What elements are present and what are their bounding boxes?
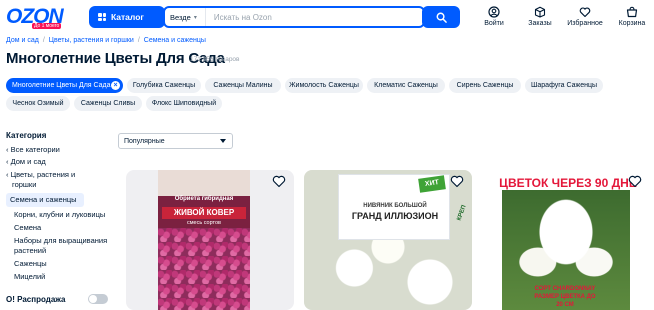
- pack-top: [158, 170, 250, 196]
- search-input[interactable]: [205, 12, 423, 22]
- favorite-heart-icon[interactable]: [628, 174, 642, 188]
- chevron-down-icon: ▾: [193, 14, 197, 21]
- hit-badge: ХИТ: [418, 175, 446, 193]
- chip[interactable]: Саженцы Сливы: [74, 96, 142, 111]
- orders-button[interactable]: Заказы: [520, 6, 560, 27]
- sale-filter-label: О! Распродажа: [6, 295, 66, 304]
- pack-line2: ЖИВОЙ КОВЕР: [162, 207, 246, 219]
- sidebar-item-label[interactable]: горшки: [12, 180, 36, 190]
- chip[interactable]: Саженцы Малины: [205, 78, 281, 93]
- sidebar-item-home-garden[interactable]: ‹ Дом и сад: [6, 157, 46, 167]
- cart-button[interactable]: Корзина: [612, 6, 652, 27]
- close-icon[interactable]: ×: [111, 81, 120, 90]
- search-scope-label: Везде: [170, 12, 191, 22]
- catalog-label: Каталог: [111, 12, 144, 22]
- sidebar-subitem[interactable]: Корни, клубни и луковицы: [14, 210, 105, 220]
- chip[interactable]: Сирень Саженцы: [449, 78, 521, 93]
- sidebar-item-flowers[interactable]: ‹ Цветы, растения и: [6, 170, 75, 180]
- box-icon: [534, 6, 546, 18]
- sort-select[interactable]: Популярные: [118, 133, 233, 149]
- user-icon: [488, 6, 500, 18]
- product-caption: 20 СМ: [556, 302, 574, 308]
- favorite-heart-icon[interactable]: [450, 174, 464, 188]
- pack-line1: Обриета гибридная: [174, 196, 234, 202]
- sidebar-item-label: Все категории: [10, 145, 60, 154]
- search-icon: [436, 12, 447, 23]
- chip-active[interactable]: Многолетние Цветы Для Сада ×: [6, 78, 123, 93]
- search-bar: Везде ▾: [163, 6, 425, 28]
- product-overlay-title: ЦВЕТОК ЧЕРЕЗ 90 ДНЕ: [499, 176, 637, 190]
- cart-icon: [626, 6, 638, 18]
- chip[interactable]: Шарафуга Саженцы: [525, 78, 603, 93]
- sidebar-subitem[interactable]: Наборы для выращивания: [14, 236, 107, 246]
- product-caption: СОРТ CHARDONNAY: [534, 286, 596, 292]
- favorites-label: Избранное: [567, 20, 603, 27]
- chip[interactable]: Флокс Шиповидный: [146, 96, 222, 111]
- product-card[interactable]: НИВЯНИК БОЛЬШОЙ ГРАНД ИЛЛЮЗИОН ХИТ КРЕП: [304, 170, 472, 310]
- sidebar-item-all-categories[interactable]: ‹ Все категории: [6, 145, 60, 155]
- login-button[interactable]: Войти: [474, 6, 514, 27]
- lily-photo: [502, 190, 630, 310]
- chip[interactable]: Жимолость Саженцы: [285, 78, 363, 93]
- sidebar-item-label: Дом и сад: [10, 157, 46, 166]
- breadcrumb-item[interactable]: Дом и сад: [6, 37, 39, 44]
- pack-line1: НИВЯНИК БОЛЬШОЙ: [363, 203, 427, 209]
- heart-icon: [579, 7, 591, 18]
- chip[interactable]: Чеснок Озимый: [6, 96, 70, 111]
- favorites-button[interactable]: Избранное: [565, 6, 605, 27]
- breadcrumb: Дом и сад / Цветы, растения и горшки / С…: [6, 37, 206, 44]
- sidebar-item-selected[interactable]: Семена и саженцы: [6, 193, 84, 207]
- chevron-down-icon: [220, 139, 226, 143]
- logo-badge: До 1 моего: [32, 23, 62, 29]
- search-scope-select[interactable]: Везде ▾: [165, 8, 206, 26]
- sidebar-subitem[interactable]: Семена: [14, 223, 41, 233]
- sidebar-subitem[interactable]: Саженцы: [14, 259, 47, 269]
- sort-label: Популярные: [124, 137, 165, 145]
- breadcrumb-item[interactable]: Семена и саженцы: [144, 37, 206, 44]
- favorite-heart-icon[interactable]: [272, 174, 286, 188]
- chip[interactable]: Голубика Саженцы: [127, 78, 201, 93]
- orders-label: Заказы: [528, 20, 552, 27]
- sale-toggle[interactable]: [88, 294, 108, 304]
- login-label: Войти: [484, 20, 504, 27]
- sidebar-item-label: Цветы, растения и: [10, 170, 76, 179]
- seed-pack-image: Обриета гибридная ЖИВОЙ КОВЕР смесь сорт…: [158, 170, 250, 310]
- grid-icon: [98, 13, 106, 21]
- product-count: 171 856 товаров: [190, 56, 240, 63]
- breadcrumb-separator: /: [42, 37, 45, 44]
- sidebar-heading: Категория: [6, 131, 47, 140]
- ozon-logo[interactable]: OZON До 1 моего: [6, 5, 64, 31]
- product-card[interactable]: Обриета гибридная ЖИВОЙ КОВЕР смесь сорт…: [126, 170, 294, 310]
- catalog-button[interactable]: Каталог: [89, 6, 165, 28]
- breadcrumb-item[interactable]: Цветы, растения и горшки: [49, 37, 134, 44]
- product-caption: РАЗМЕР ЦВЕТКА ДО: [534, 294, 596, 300]
- sidebar-subitem[interactable]: Мицелий: [14, 272, 45, 282]
- sidebar-subitem[interactable]: растений: [14, 246, 46, 256]
- breadcrumb-separator: /: [137, 37, 140, 44]
- product-card[interactable]: ЦВЕТОК ЧЕРЕЗ 90 ДНЕ СОРТ CHARDONNAY РАЗМ…: [482, 170, 650, 310]
- seed-pack-image: НИВЯНИК БОЛЬШОЙ ГРАНД ИЛЛЮЗИОН ХИТ: [338, 174, 450, 240]
- chip[interactable]: Клематис Саженцы: [367, 78, 445, 93]
- pack-line3: смесь сортов: [187, 220, 221, 226]
- search-button[interactable]: [422, 6, 460, 28]
- cart-label: Корзина: [618, 20, 646, 27]
- chip-label: Многолетние Цветы Для Сада: [12, 82, 111, 89]
- flowers-photo: [158, 228, 250, 310]
- pack-line2: ГРАНД ИЛЛЮЗИОН: [351, 211, 439, 221]
